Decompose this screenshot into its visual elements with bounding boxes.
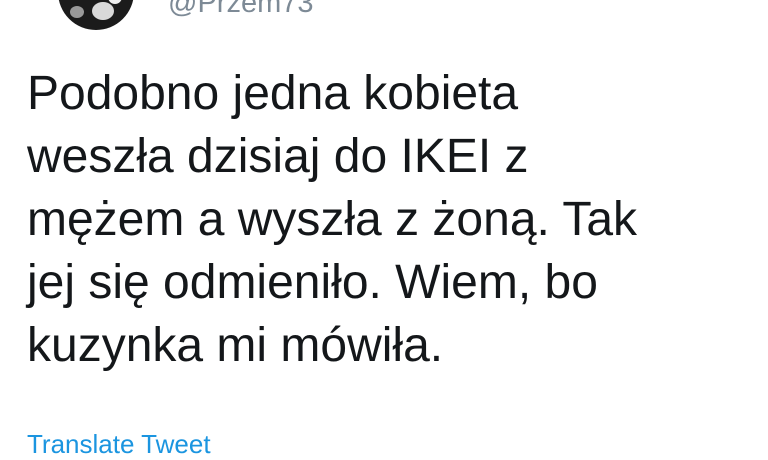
avatar-pattern [70,6,84,18]
translate-tweet-link[interactable]: Translate Tweet [27,428,211,460]
tweet-text: Podobno jedna kobieta weszła dzisiaj do … [27,67,638,372]
avatar-pattern [92,2,114,20]
user-handle[interactable]: @Przem73 [168,0,313,20]
avatar[interactable] [58,0,134,30]
tweet-card: @Przem73 Podobno jedna kobieta weszła dz… [0,0,768,459]
